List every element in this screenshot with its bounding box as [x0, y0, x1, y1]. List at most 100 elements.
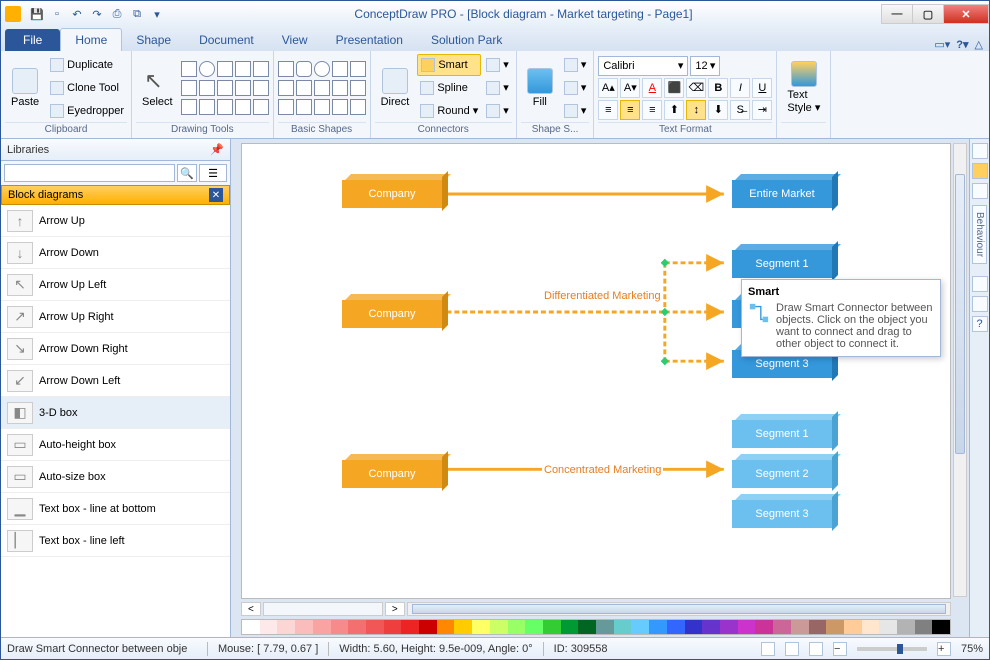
eyedropper-button[interactable]: Eyedropper	[47, 100, 127, 122]
color-swatch[interactable]	[862, 620, 880, 634]
color-swatch[interactable]	[596, 620, 614, 634]
color-swatch[interactable]	[685, 620, 703, 634]
round-connector-button[interactable]: Round ▾	[417, 100, 481, 122]
align-left-button[interactable]: ≡	[598, 100, 618, 120]
color-swatch[interactable]	[826, 620, 844, 634]
color-swatch[interactable]	[791, 620, 809, 634]
shape-tri-icon[interactable]	[332, 61, 348, 77]
horizontal-scrollbar[interactable]	[407, 602, 951, 616]
shrink-font-button[interactable]: A▾	[620, 78, 640, 98]
qat-print-icon[interactable]: ⎙	[109, 6, 125, 22]
color-swatch[interactable]	[720, 620, 738, 634]
dock-icon-1[interactable]	[972, 143, 988, 159]
valign-top-button[interactable]: ⬆	[664, 100, 684, 120]
duplicate-button[interactable]: Duplicate	[47, 54, 127, 76]
color-swatch[interactable]	[897, 620, 915, 634]
library-item[interactable]: ↓Arrow Down	[1, 237, 230, 269]
grow-font-button[interactable]: A▴	[598, 78, 618, 98]
maximize-button[interactable]: ▢	[912, 4, 944, 24]
shape-trap-icon[interactable]	[314, 80, 330, 96]
dock-icon-2[interactable]	[972, 163, 988, 179]
color-swatch[interactable]	[915, 620, 933, 634]
color-swatch[interactable]	[490, 620, 508, 634]
company-box-3[interactable]: Company	[342, 460, 442, 488]
valign-bot-button[interactable]: ⬇	[708, 100, 728, 120]
color-swatch[interactable]	[454, 620, 472, 634]
minimize-button[interactable]: —	[881, 4, 913, 24]
tool-4-icon[interactable]	[235, 80, 251, 96]
font-color-button[interactable]: A	[642, 78, 662, 98]
library-search-input[interactable]	[4, 164, 175, 182]
tool-2-icon[interactable]	[199, 80, 215, 96]
segment-box[interactable]: Segment 2	[732, 460, 832, 488]
library-item[interactable]: ▭Auto-height box	[1, 429, 230, 461]
color-swatch[interactable]	[578, 620, 596, 634]
dock-icon-6[interactable]: ?	[972, 316, 988, 332]
tool-1-icon[interactable]	[181, 80, 197, 96]
canvas[interactable]: Company Entire Market Company Differenti…	[241, 143, 951, 599]
shape-hex-icon[interactable]	[278, 80, 294, 96]
vertical-scrollbar[interactable]	[953, 143, 967, 597]
color-swatch[interactable]	[631, 620, 649, 634]
library-item[interactable]: ↖Arrow Up Left	[1, 269, 230, 301]
library-item[interactable]: ▁Text box - line at bottom	[1, 493, 230, 525]
conn-opt2-button[interactable]: ▾	[483, 77, 512, 99]
spline-connector-button[interactable]: Spline	[417, 77, 481, 99]
segment-box[interactable]: Segment 1	[732, 420, 832, 448]
qat-menu-icon[interactable]: ▾	[149, 6, 165, 22]
tool-7-icon[interactable]	[199, 99, 215, 115]
library-item[interactable]: ▏Text box - line left	[1, 525, 230, 557]
pan-icon[interactable]	[761, 642, 775, 656]
behaviour-panel-tab[interactable]: Behaviour	[972, 205, 987, 264]
shape-diamond-icon[interactable]	[350, 61, 366, 77]
shape-para-icon[interactable]	[332, 80, 348, 96]
tool-8-icon[interactable]	[217, 99, 233, 115]
text-style-button[interactable]: TextStyle ▾	[781, 59, 826, 116]
bold-button[interactable]: B	[708, 78, 728, 98]
tool-3-icon[interactable]	[217, 80, 233, 96]
zoom-slider[interactable]	[857, 647, 927, 651]
shape-pent-icon[interactable]	[296, 80, 312, 96]
tool-10-icon[interactable]	[253, 99, 269, 115]
color-swatch[interactable]	[401, 620, 419, 634]
tab-shape[interactable]: Shape	[122, 29, 185, 51]
collapse-ribbon-icon[interactable]: △	[975, 38, 983, 51]
color-swatch[interactable]	[844, 620, 862, 634]
tab-view[interactable]: View	[268, 29, 322, 51]
close-button[interactable]: ✕	[943, 4, 989, 24]
shape-b5-icon[interactable]	[350, 99, 366, 115]
qat-new-icon[interactable]: ▫	[49, 6, 65, 22]
tool-5-icon[interactable]	[253, 80, 269, 96]
qat-undo-icon[interactable]: ↶	[69, 6, 85, 22]
color-swatch[interactable]	[561, 620, 579, 634]
tool-9-icon[interactable]	[235, 99, 251, 115]
color-swatch[interactable]	[384, 620, 402, 634]
color-swatch[interactable]	[277, 620, 295, 634]
tool-curve-icon[interactable]	[235, 61, 251, 77]
page-prev-button[interactable]: <	[241, 602, 261, 616]
tab-file[interactable]: File	[5, 29, 60, 51]
smart-connector-button[interactable]: Smart	[417, 54, 481, 76]
library-item[interactable]: ↘Arrow Down Right	[1, 333, 230, 365]
shape-rect-icon[interactable]	[278, 61, 294, 77]
library-options-icon[interactable]: ☰	[199, 164, 227, 182]
shape-b3-icon[interactable]	[314, 99, 330, 115]
color-swatch[interactable]	[348, 620, 366, 634]
tool-rect-icon[interactable]	[181, 61, 197, 77]
fill-button[interactable]: Fill	[521, 66, 559, 110]
color-swatch[interactable]	[932, 620, 950, 634]
clear-fmt-button[interactable]: ⌫	[686, 78, 706, 98]
color-swatch[interactable]	[260, 620, 278, 634]
color-swatch[interactable]	[649, 620, 667, 634]
shape-b1-icon[interactable]	[278, 99, 294, 115]
underline-button[interactable]: U	[752, 78, 772, 98]
qat-save-icon[interactable]: 💾	[29, 6, 45, 22]
help-icon[interactable]: ?▾	[956, 38, 968, 51]
segment-box[interactable]: Segment 3	[732, 500, 832, 528]
strike-button[interactable]: S̶	[730, 100, 750, 120]
shadow-button[interactable]: ▾	[561, 77, 590, 99]
color-swatch[interactable]	[419, 620, 437, 634]
color-swatch[interactable]	[667, 620, 685, 634]
segment-box[interactable]: Segment 1	[732, 250, 832, 278]
dock-icon-3[interactable]	[972, 183, 988, 199]
